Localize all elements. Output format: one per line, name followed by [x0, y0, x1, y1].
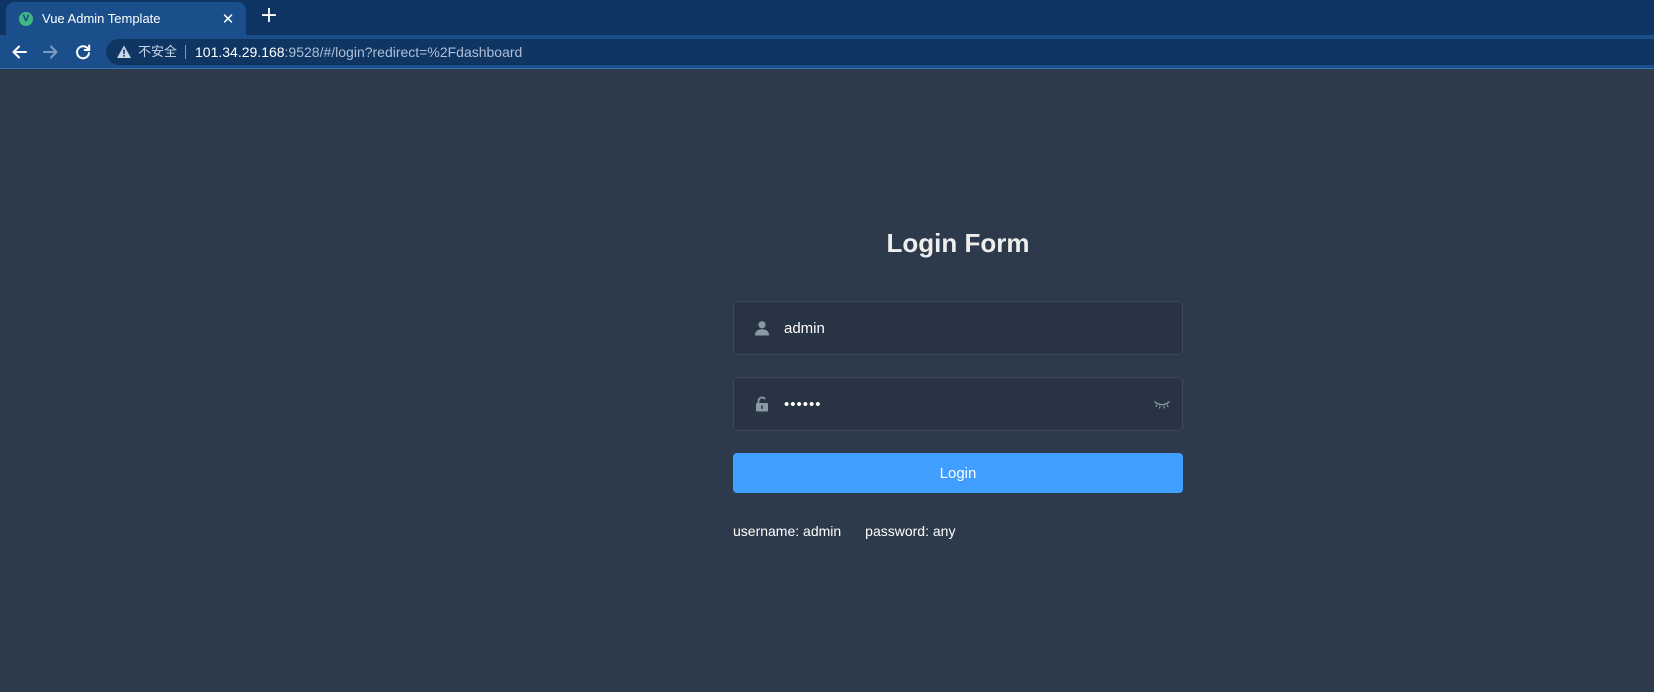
url-path: :9528/#/login?redirect=%2Fdashboard: [284, 44, 523, 60]
password-tip: password: any: [865, 523, 956, 539]
forward-arrow-icon[interactable]: [41, 42, 61, 62]
lock-icon: [734, 378, 784, 430]
url-host: 101.34.29.168: [195, 44, 285, 60]
page-title: Login Form: [886, 228, 1030, 258]
tab-close-icon[interactable]: ✕: [220, 10, 236, 28]
new-tab-button[interactable]: +: [258, 5, 280, 27]
tab-title: Vue Admin Template: [42, 11, 161, 26]
login-button[interactable]: Login: [733, 453, 1183, 493]
warning-icon[interactable]: [116, 44, 132, 60]
security-status-label[interactable]: 不安全: [138, 45, 187, 59]
browser-tab[interactable]: V Vue Admin Template ✕: [6, 2, 246, 35]
url-text[interactable]: 101.34.29.168:9528/#/login?redirect=%2Fd…: [195, 44, 522, 60]
password-input[interactable]: [784, 378, 1142, 430]
username-input[interactable]: [784, 302, 1182, 354]
vue-favicon-icon: V: [19, 11, 33, 26]
user-icon: [734, 302, 784, 354]
browser-tab-strip: V Vue Admin Template ✕ +: [0, 0, 1654, 35]
reload-icon[interactable]: [73, 42, 93, 62]
browser-toolbar: 不安全 101.34.29.168:9528/#/login?redirect=…: [0, 35, 1654, 69]
username-field[interactable]: [733, 301, 1183, 355]
username-tip: username: admin: [733, 523, 842, 539]
back-arrow-icon[interactable]: [9, 42, 29, 62]
password-field[interactable]: [733, 377, 1183, 431]
eye-closed-icon[interactable]: [1142, 378, 1182, 430]
address-bar[interactable]: 不安全 101.34.29.168:9528/#/login?redirect=…: [106, 39, 1654, 65]
login-tips: username: admin password: any: [733, 523, 955, 539]
